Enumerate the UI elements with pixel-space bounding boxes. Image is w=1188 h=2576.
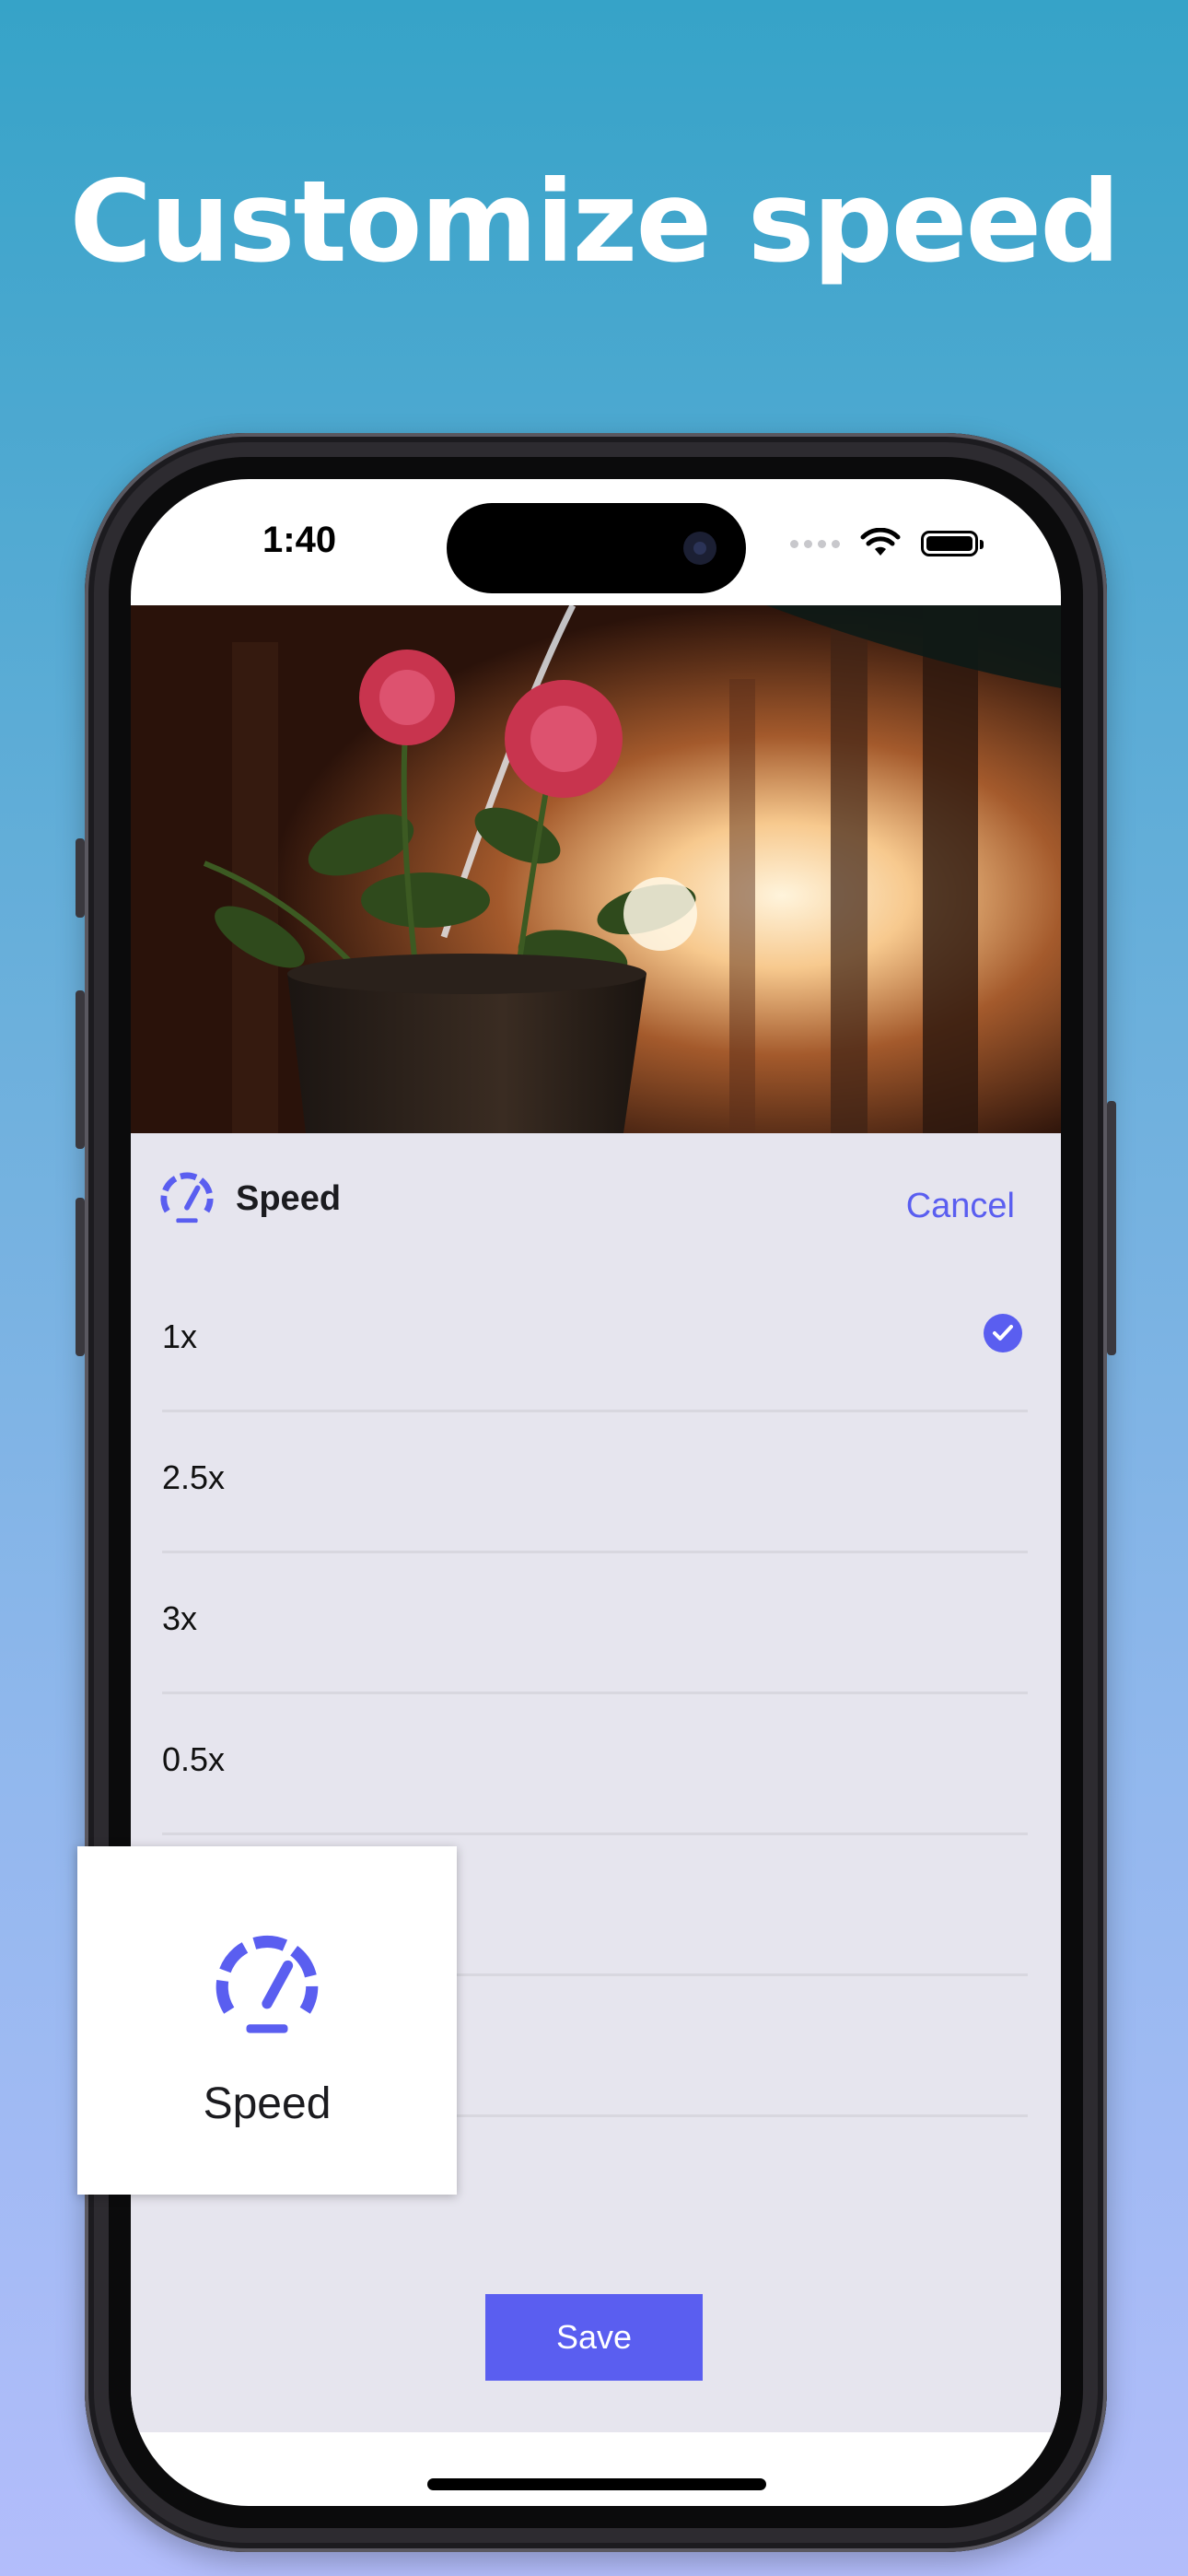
wifi-icon — [860, 528, 901, 556]
battery-icon — [921, 531, 984, 556]
speed-option-1x[interactable]: 1x — [162, 1271, 1028, 1412]
sheet-title: Speed — [236, 1178, 342, 1218]
save-button[interactable]: Save — [485, 2294, 703, 2381]
option-label: 3x — [162, 1599, 198, 1637]
speedometer-icon — [215, 1935, 319, 2033]
speedometer-icon — [160, 1172, 214, 1224]
flower-photo — [131, 605, 1061, 1133]
status-icons — [790, 525, 984, 562]
video-preview — [131, 605, 1061, 1133]
volume-down-button — [76, 1198, 85, 1356]
feature-card: Speed — [77, 1846, 457, 2195]
action-button — [76, 838, 85, 918]
phone-screen: 1:40 Speed Cancel 1x 2.5x 3x 0.5x Save — [131, 479, 1061, 2506]
option-label: 0.5x — [162, 1740, 226, 1778]
cancel-button[interactable]: Cancel — [906, 1187, 1015, 1226]
camera-icon — [683, 532, 716, 565]
status-time: 1:40 — [262, 520, 337, 560]
dynamic-island — [447, 503, 746, 593]
speed-option-0-5x[interactable]: 0.5x — [162, 1694, 1028, 1835]
power-button — [1107, 1101, 1116, 1355]
cellular-dots-icon — [790, 539, 840, 548]
option-label: 2.5x — [162, 1458, 226, 1496]
page-headline: Customize speed — [69, 157, 1120, 287]
speed-option-2-5x[interactable]: 2.5x — [162, 1412, 1028, 1553]
checkmark-icon — [984, 1314, 1022, 1352]
volume-up-button — [76, 990, 85, 1149]
feature-card-label: Speed — [203, 2079, 332, 2128]
home-indicator[interactable] — [427, 2478, 766, 2490]
option-label: 1x — [162, 1317, 198, 1355]
sheet-header: Speed — [158, 1170, 341, 1227]
speed-option-3x[interactable]: 3x — [162, 1553, 1028, 1694]
speed-sheet: Speed Cancel 1x 2.5x 3x 0.5x Save — [131, 1133, 1061, 2432]
